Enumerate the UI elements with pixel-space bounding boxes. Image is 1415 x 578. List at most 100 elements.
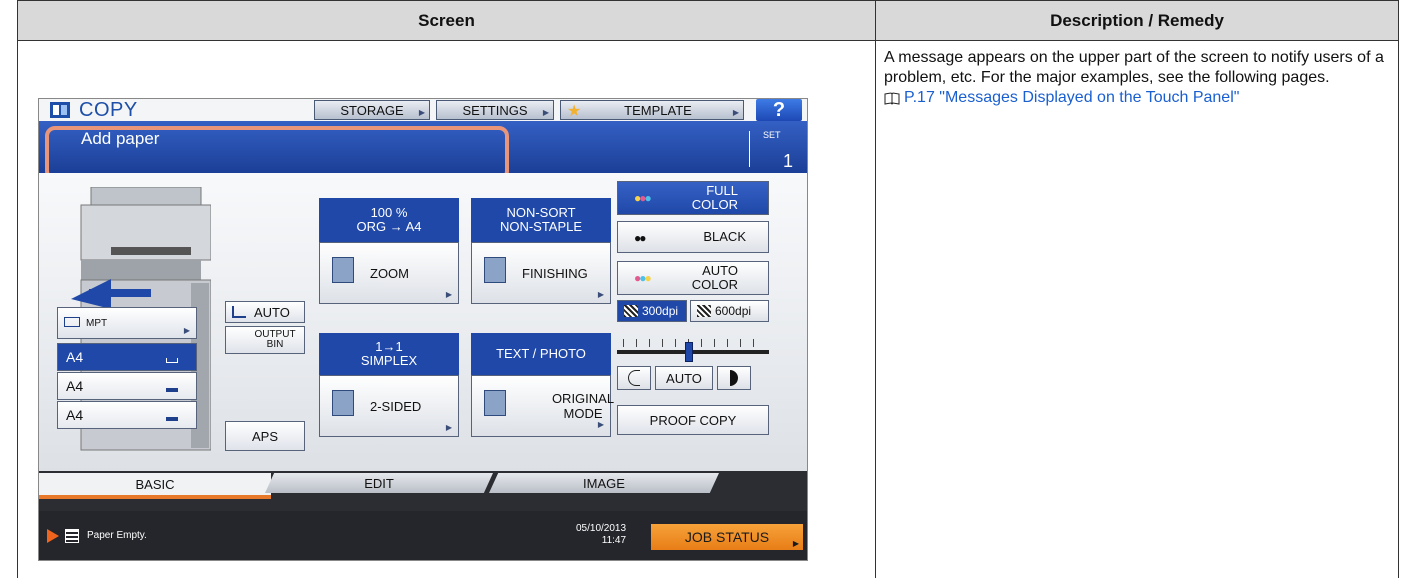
original-mode-status-text: TEXT / PHOTO — [496, 346, 586, 361]
template-tab[interactable]: ★ TEMPLATE ▶ — [560, 100, 744, 120]
darker-button[interactable] — [717, 366, 751, 390]
status-bar: Paper Empty. 05/10/2013 11:47 JOB STATUS… — [39, 511, 807, 560]
output-bin-label-2: BIN — [266, 339, 284, 350]
star-icon: ★ — [567, 103, 582, 120]
black-dots-icon: ●● — [634, 231, 646, 245]
job-status-label: JOB STATUS — [684, 529, 770, 545]
resolution-icon — [697, 305, 711, 317]
chevron-right-icon: ▶ — [445, 290, 452, 299]
storage-tab-label: STORAGE — [340, 102, 404, 118]
tray-icon — [166, 388, 178, 392]
aps-button[interactable]: APS — [225, 421, 305, 451]
screen-cell: COPY STORAGE ▶ SETTINGS ▶ ★ TEMPLATE ▶ ? Ad… — [17, 40, 876, 578]
chevron-right-icon: ▶ — [445, 423, 452, 432]
help-button[interactable]: ? — [756, 99, 802, 121]
half-moon-dark-icon — [730, 370, 738, 386]
tray-a4-1-button[interactable]: A4 — [57, 343, 197, 371]
zoom-icon — [332, 257, 354, 283]
density-auto-label: AUTO — [666, 370, 702, 386]
zoom-status-line2: ORG → A4 — [356, 219, 422, 234]
list-icon[interactable] — [65, 529, 79, 543]
chevron-right-icon: ▶ — [732, 108, 739, 117]
status-message: Paper Empty. — [87, 530, 147, 541]
date-text: 05/10/2013 — [576, 523, 627, 534]
original-mode-icon — [484, 390, 506, 416]
density-track — [617, 350, 769, 354]
lighter-button[interactable] — [617, 366, 651, 390]
reference-link[interactable]: P.17 "Messages Displayed on the Touch Pa… — [884, 88, 1390, 108]
tray-a4-2-label: A4 — [66, 378, 84, 394]
auto-color-label-1: AUTO — [702, 263, 738, 278]
tray-a4-1-label: A4 — [66, 349, 84, 365]
proof-copy-button[interactable]: PROOF COPY — [617, 405, 769, 435]
chevron-right-icon: ▶ — [597, 420, 604, 429]
two-sided-icon — [332, 390, 354, 416]
description-cell: A message appears on the upper part of t… — [875, 40, 1399, 578]
finishing-button[interactable]: FINISHING ▶ — [471, 242, 611, 304]
two-sided-label: 2-SIDED — [370, 398, 422, 414]
chevron-right-icon: ▶ — [418, 108, 425, 117]
two-sided-button[interactable]: 2-SIDED ▶ — [319, 375, 459, 437]
auto-color-dots-icon: ●●● — [634, 271, 652, 285]
zoom-status-line1: 100 % — [370, 205, 408, 220]
storage-tab[interactable]: STORAGE ▶ — [314, 100, 430, 120]
tray-mpt-button[interactable]: MPT ▶ — [57, 307, 197, 339]
tray-mpt-label: MPT — [86, 317, 108, 329]
finishing-icon — [484, 257, 506, 283]
auto-output-label: AUTO — [254, 304, 290, 320]
tray-a4-3-button[interactable]: A4 — [57, 401, 197, 429]
tray-a4-2-button[interactable]: A4 — [57, 372, 197, 400]
zoom-button[interactable]: ZOOM ▶ — [319, 242, 459, 304]
header-screen: Screen — [17, 0, 876, 41]
full-color-label-1: FULL — [706, 183, 738, 198]
header-description: Description / Remedy — [875, 0, 1399, 41]
density-thumb[interactable] — [685, 342, 693, 362]
tab-basic-label: BASIC — [135, 476, 175, 492]
mpt-icon — [64, 317, 80, 327]
chevron-right-icon: ▶ — [597, 290, 604, 299]
auto-output-button[interactable]: AUTO — [225, 301, 305, 323]
settings-tab-label: SETTINGS — [462, 102, 528, 118]
tab-image-label: IMAGE — [583, 475, 625, 491]
dpi-300-button[interactable]: 300dpi — [617, 300, 687, 322]
black-button[interactable]: ●● BLACK — [617, 221, 769, 253]
original-mode-button[interactable]: ORIGINAL MODE ▶ — [471, 375, 614, 437]
time-text: 11:47 — [601, 535, 627, 546]
date-time: 05/10/2013 11:47 — [576, 523, 626, 547]
template-tab-label: TEMPLATE — [624, 102, 692, 118]
auto-color-button[interactable]: ●●● AUTO COLOR — [617, 261, 769, 295]
chevron-right-icon: ▶ — [542, 108, 549, 117]
tab-image[interactable]: IMAGE — [489, 473, 719, 493]
density-slider[interactable] — [617, 335, 769, 363]
document-table: Screen Description / Remedy COPY STORAGE… — [17, 0, 1399, 578]
settings-tab[interactable]: SETTINGS ▶ — [436, 100, 554, 120]
basic-body: MPT ▶ A4 A4 A4 AUTO OUTPUT BIN APS 100 %… — [39, 173, 807, 471]
top-bar: COPY STORAGE ▶ SETTINGS ▶ ★ TEMPLATE ▶ ? — [39, 99, 807, 121]
chevron-right-icon: ▶ — [183, 326, 190, 335]
aps-label: APS — [251, 428, 278, 444]
duplex-status-line2: SIMPLEX — [360, 353, 418, 368]
duplex-status-line1: 1→1 — [375, 339, 403, 354]
full-color-button[interactable]: ●●● FULL COLOR — [617, 181, 769, 215]
job-status-button[interactable]: JOB STATUS ▶ — [651, 524, 803, 550]
play-icon[interactable] — [47, 529, 59, 543]
tab-edit-label: EDIT — [364, 475, 394, 491]
finishing-label: FINISHING — [522, 265, 588, 281]
set-label: SET — [763, 130, 781, 140]
density-auto-button[interactable]: AUTO — [655, 366, 713, 390]
proof-copy-label: PROOF COPY — [649, 412, 737, 428]
output-bin-button[interactable]: OUTPUT BIN — [225, 326, 305, 354]
duplex-status: 1→1 SIMPLEX — [319, 333, 459, 375]
full-color-label-2: COLOR — [691, 197, 738, 212]
tab-edit[interactable]: EDIT — [265, 473, 493, 493]
app-title: COPY — [49, 99, 138, 121]
tray-a4-3-label: A4 — [66, 407, 84, 423]
tray-icon — [166, 358, 178, 363]
tab-basic[interactable]: BASIC — [39, 473, 271, 495]
chevron-right-icon: ▶ — [792, 539, 799, 548]
book-icon — [884, 91, 900, 105]
reference-link-text: P.17 "Messages Displayed on the Touch Pa… — [904, 89, 1240, 106]
color-dots-icon: ●●● — [634, 191, 652, 205]
dpi-600-button[interactable]: 600dpi — [690, 300, 769, 322]
set-divider — [749, 131, 750, 167]
